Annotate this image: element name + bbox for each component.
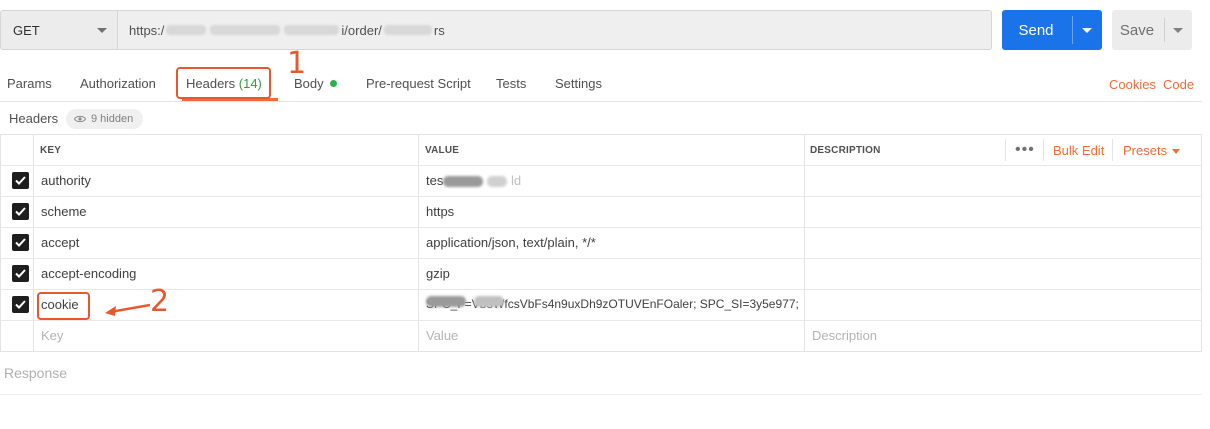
redacted-text [474, 296, 504, 307]
chevron-down-icon [1172, 149, 1180, 154]
column-header-description: DESCRIPTION [810, 145, 881, 156]
divider [0, 101, 1202, 102]
redacted-text [284, 25, 340, 35]
status-dot-icon [329, 80, 337, 87]
method-select[interactable]: GET [0, 10, 118, 50]
response-section-label: Response [4, 365, 68, 381]
cookies-link[interactable]: Cookies [1109, 77, 1156, 92]
tab-authorization[interactable]: Authorization [80, 76, 156, 94]
divider [1043, 139, 1044, 161]
divider [0, 258, 1202, 259]
url-input[interactable]: https:/ i/order/ rs [118, 10, 992, 50]
headers-section-title: Headers [9, 111, 59, 126]
tab-tests[interactable]: Tests [496, 76, 526, 94]
redacted-text [487, 176, 508, 188]
presets-dropdown[interactable]: Presets [1123, 143, 1167, 158]
tab-params[interactable]: Params [7, 76, 52, 94]
send-options-chevron-icon[interactable] [1082, 28, 1092, 33]
divider [0, 196, 1202, 197]
url-middle: i/order/ [341, 22, 382, 38]
code-link[interactable]: Code [1163, 77, 1194, 92]
save-label: Save [1119, 21, 1155, 39]
divider [418, 135, 419, 351]
checkmark-icon [15, 207, 26, 216]
header-value-cell[interactable]: gzip [426, 266, 450, 281]
checkmark-icon [15, 300, 26, 309]
bulk-edit-button[interactable]: Bulk Edit [1053, 143, 1104, 158]
header-key-cell[interactable]: accept [41, 235, 79, 250]
checkmark-icon [15, 238, 26, 247]
redacted-text [443, 176, 484, 188]
divider [0, 320, 1202, 321]
tab-label: Params [7, 76, 52, 91]
save-button[interactable]: Save [1112, 10, 1192, 50]
row-checkbox[interactable] [12, 265, 29, 282]
row-checkbox[interactable] [12, 234, 29, 251]
send-button[interactable]: Send [1002, 10, 1102, 50]
url-suffix: rs [433, 22, 445, 38]
header-value-cell[interactable]: tes ld [426, 173, 521, 188]
header-key-cell[interactable]: authority [41, 173, 91, 188]
divider [804, 135, 805, 351]
tab-label: Authorization [80, 76, 156, 91]
annotation-box-headers-tab [176, 67, 271, 99]
hidden-headers-toggle[interactable]: 9 hidden [66, 109, 144, 129]
value-text: tes [426, 173, 444, 188]
tab-settings[interactable]: Settings [555, 76, 602, 94]
checkmark-icon [15, 269, 26, 278]
annotation-box-cookie [37, 292, 90, 320]
tab-pre-request-script[interactable]: Pre-request Script [366, 76, 471, 94]
row-checkbox[interactable] [12, 203, 29, 220]
divider [1112, 139, 1113, 161]
tab-label: Settings [555, 76, 602, 91]
chevron-down-icon [97, 28, 107, 33]
divider [1005, 139, 1006, 161]
divider [0, 289, 1202, 290]
divider [33, 135, 34, 351]
divider [1072, 16, 1073, 44]
url-prefix: https:/ [129, 22, 165, 38]
new-value-input[interactable]: Value [426, 328, 458, 343]
divider [1164, 18, 1165, 42]
divider [0, 394, 1202, 395]
column-header-value: VALUE [425, 145, 460, 156]
value-text: ld [510, 173, 522, 188]
divider [0, 165, 1202, 166]
tab-label: Tests [496, 76, 527, 91]
row-checkbox[interactable] [12, 296, 29, 313]
save-options-chevron-icon[interactable] [1173, 28, 1183, 33]
redacted-text [210, 25, 281, 35]
annotation-number-2: 2 [150, 284, 170, 319]
hidden-count-label: 9 hidden [91, 113, 134, 125]
header-key-cell[interactable]: accept-encoding [41, 266, 136, 281]
new-key-input[interactable]: Key [41, 328, 63, 343]
more-options-icon[interactable]: ••• [1015, 141, 1035, 159]
eye-icon [74, 115, 86, 123]
method-label: GET [13, 22, 40, 38]
header-value-cell[interactable]: application/json, text/plain, */* [426, 235, 596, 250]
send-label: Send [1018, 21, 1054, 39]
redacted-text [426, 296, 466, 307]
tab-label: Pre-request Script [366, 76, 471, 91]
annotation-arrow-icon [105, 303, 151, 316]
row-checkbox[interactable] [12, 172, 29, 189]
redacted-text [383, 25, 432, 35]
redacted-text [166, 25, 207, 35]
annotation-number-1: 1 [287, 46, 307, 81]
divider [0, 227, 1202, 228]
new-description-input[interactable]: Description [812, 328, 877, 343]
header-key-cell[interactable]: scheme [41, 204, 87, 219]
header-value-cell[interactable]: https [426, 204, 454, 219]
checkmark-icon [15, 176, 26, 185]
column-header-key: KEY [40, 145, 62, 156]
